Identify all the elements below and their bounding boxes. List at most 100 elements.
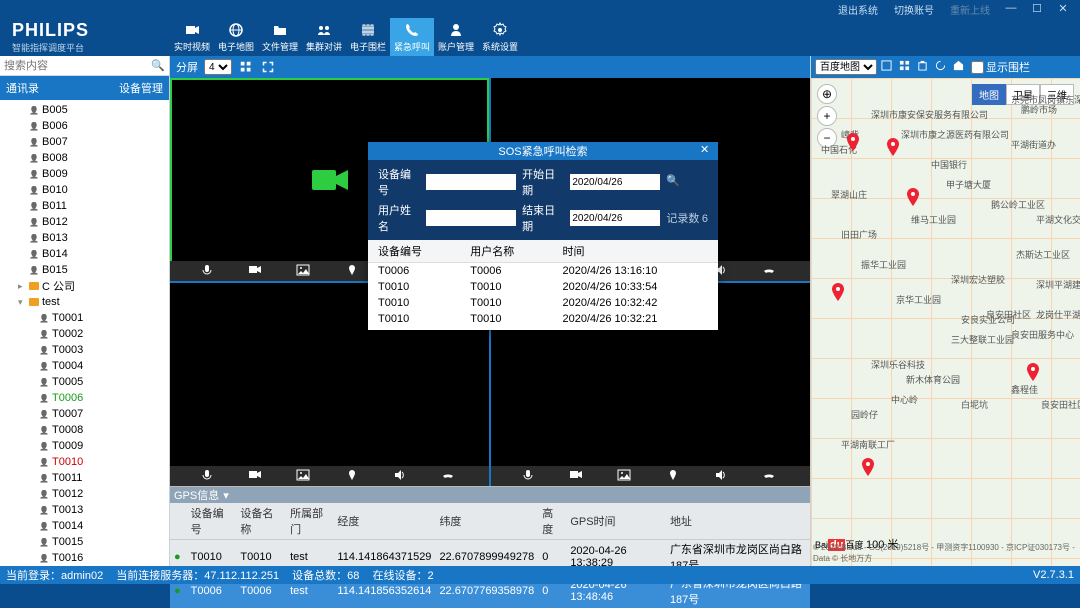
speaker-icon[interactable] [393, 469, 411, 483]
tree-device[interactable]: B010 [8, 182, 169, 198]
map-delete-icon[interactable] [917, 60, 931, 74]
switch-account-button[interactable]: 切换账号 [888, 2, 940, 17]
hangup-icon[interactable] [762, 264, 780, 278]
map-poi: 白坭坑 [961, 398, 988, 411]
tree-device[interactable]: T0011 [8, 470, 169, 486]
nav-phone[interactable]: 紧急呼叫 [390, 18, 434, 56]
map-poi: 园岭仔 [851, 408, 878, 421]
map-tool-icon[interactable] [899, 60, 913, 74]
tree-device[interactable]: T0012 [8, 486, 169, 502]
map-refresh-icon[interactable] [935, 60, 949, 74]
table-row[interactable]: T0006T00062020/4/26 13:16:10 [368, 263, 718, 280]
tree-device[interactable]: B008 [8, 150, 169, 166]
hangup-icon[interactable] [762, 469, 780, 483]
reconnect-button[interactable]: 重新上线 [944, 2, 996, 17]
modal-search-button[interactable]: 🔍 [666, 174, 682, 190]
nav-folder[interactable]: 文件管理 [258, 18, 302, 56]
tree-device[interactable]: B015 [8, 262, 169, 278]
tree-device[interactable]: T0004 [8, 358, 169, 374]
grid-icon[interactable] [238, 59, 254, 75]
map-pin-icon[interactable] [666, 469, 684, 483]
nav-user[interactable]: 账户管理 [434, 18, 478, 56]
map-home-icon[interactable] [953, 60, 967, 74]
nav-group[interactable]: 集群对讲 [302, 18, 346, 56]
camera-icon[interactable] [248, 264, 266, 278]
search-icon[interactable]: 🔍 [151, 59, 165, 72]
tree-device[interactable]: T0008 [8, 422, 169, 438]
map-poi: 鑫程佳 [1011, 383, 1038, 396]
picture-icon[interactable] [296, 469, 314, 483]
map-marker-icon[interactable] [831, 283, 845, 301]
map-marker-icon[interactable] [861, 458, 875, 476]
map-marker-icon[interactable] [906, 188, 920, 206]
start-date-input[interactable] [570, 174, 660, 190]
tree-device[interactable]: B006 [8, 118, 169, 134]
filter-icon[interactable]: ▾ [223, 489, 229, 502]
nav-video[interactable]: 实时视频 [170, 18, 214, 56]
device-manage-link[interactable]: 设备管理 [119, 80, 163, 96]
sos-modal: SOS紧急呼叫检索 ✕ 设备编号 开始日期 🔍 用户姓名 结束日期 记录数 6 … [368, 142, 718, 330]
user-name-input[interactable] [426, 210, 516, 226]
tree-device[interactable]: B009 [8, 166, 169, 182]
tree-device[interactable]: T0002 [8, 326, 169, 342]
picture-icon[interactable] [617, 469, 635, 483]
compass-icon[interactable]: ⊕ [817, 84, 837, 104]
mic-icon[interactable] [521, 469, 539, 483]
tree-device[interactable]: B005 [8, 102, 169, 118]
table-row[interactable]: T0010T00102020/4/26 10:32:15 [368, 327, 718, 330]
col-header: 所属部门 [286, 503, 333, 540]
nav-fence[interactable]: 电子围栏 [346, 18, 390, 56]
maximize-icon[interactable]: ☐ [1026, 2, 1048, 16]
end-date-input[interactable] [570, 210, 660, 226]
map-pin-icon[interactable] [345, 469, 363, 483]
split-select[interactable]: 4 [204, 59, 232, 75]
camera-icon[interactable] [569, 469, 587, 483]
camera-icon[interactable] [248, 469, 266, 483]
picture-icon[interactable] [296, 264, 314, 278]
tree-device[interactable]: T0006 [8, 390, 169, 406]
speaker-icon[interactable] [714, 469, 732, 483]
close-icon[interactable]: ✕ [1052, 2, 1074, 16]
show-fence-checkbox[interactable]: 显示围栏 [971, 59, 1030, 75]
tree-device[interactable]: B011 [8, 198, 169, 214]
map-marker-icon[interactable] [846, 133, 860, 151]
tree-device[interactable]: T0009 [8, 438, 169, 454]
modal-close-button[interactable]: ✕ [700, 143, 714, 157]
tree-device[interactable]: T0007 [8, 406, 169, 422]
tree-device[interactable]: T0013 [8, 502, 169, 518]
map-tool-icon[interactable] [881, 60, 895, 74]
nav-globe[interactable]: 电子地图 [214, 18, 258, 56]
tree-device[interactable]: T0003 [8, 342, 169, 358]
tree-folder[interactable]: ▾test [8, 294, 169, 310]
map-pin-icon[interactable] [345, 264, 363, 278]
map-type-map[interactable]: 地图 [972, 84, 1006, 105]
table-row[interactable]: T0010T00102020/4/26 10:32:21 [368, 311, 718, 327]
map-marker-icon[interactable] [886, 138, 900, 156]
zoom-in-button[interactable]: + [817, 106, 837, 126]
tree-device[interactable]: T0015 [8, 534, 169, 550]
search-input[interactable] [4, 57, 151, 75]
tree-device[interactable]: B013 [8, 230, 169, 246]
tree-device[interactable]: B014 [8, 246, 169, 262]
tree-folder[interactable]: ▸C 公司 [8, 278, 169, 294]
nav-gear[interactable]: 系统设置 [478, 18, 522, 56]
device-id-input[interactable] [426, 174, 516, 190]
tree-device[interactable]: T0016 [8, 550, 169, 566]
map-marker-icon[interactable] [1026, 363, 1040, 381]
table-row[interactable]: T0010T00102020/4/26 10:32:42 [368, 295, 718, 311]
logout-button[interactable]: 退出系统 [832, 2, 884, 17]
hangup-icon[interactable] [441, 469, 459, 483]
mic-icon[interactable] [200, 469, 218, 483]
mic-icon[interactable] [200, 264, 218, 278]
map-poi: 翠湖山庄 [831, 188, 867, 201]
tree-device[interactable]: B012 [8, 214, 169, 230]
tree-device[interactable]: T0014 [8, 518, 169, 534]
tree-device[interactable]: T0010 [8, 454, 169, 470]
minimize-icon[interactable]: — [1000, 2, 1022, 16]
tree-device[interactable]: T0005 [8, 374, 169, 390]
map-provider-select[interactable]: 百度地图 [815, 59, 877, 75]
tree-device[interactable]: T0001 [8, 310, 169, 326]
tree-device[interactable]: B007 [8, 134, 169, 150]
fullscreen-icon[interactable] [260, 59, 276, 75]
table-row[interactable]: T0010T00102020/4/26 10:33:54 [368, 279, 718, 295]
